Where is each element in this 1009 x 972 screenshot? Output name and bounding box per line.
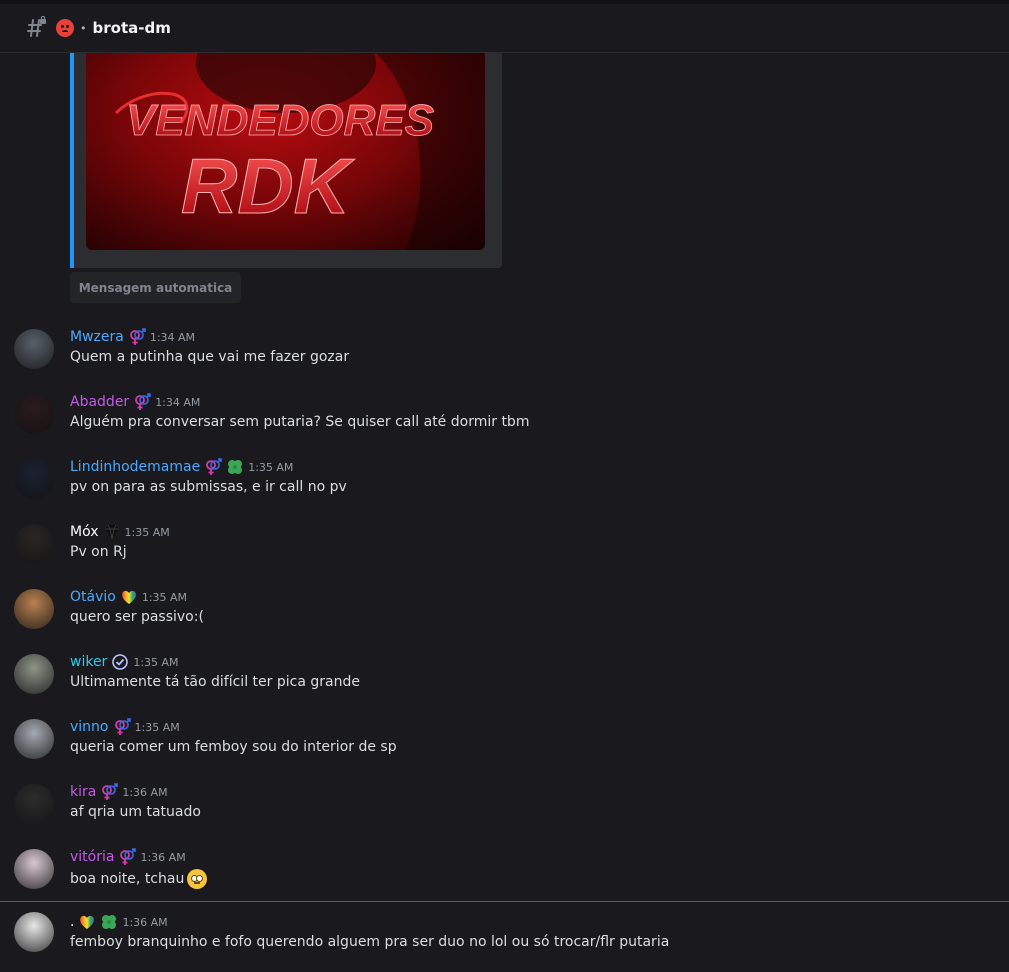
message-content: af qria um tatuado [70, 804, 201, 820]
message-text: Pv on Rj [70, 544, 127, 560]
message-content: Ultimamente tá tão difícil ter pica gran… [70, 674, 360, 690]
new-messages-divider [0, 901, 1009, 902]
username[interactable]: wiker [70, 654, 107, 670]
message-content: Alguém pra conversar sem putaria? Se qui… [70, 414, 529, 430]
rainbow-heart-icon[interactable] [78, 913, 96, 931]
avatar[interactable] [14, 329, 54, 369]
timestamp: 1:35 AM [133, 655, 179, 669]
username[interactable]: vinno [70, 719, 109, 735]
embed-image[interactable]: VENDEDORES RDK [86, 53, 485, 250]
rainbow-heart-icon[interactable] [120, 588, 138, 606]
message-content: Pv on Rj [70, 544, 127, 560]
message-item[interactable]: Móx 1:35 AM Pv on Rj [0, 522, 1009, 582]
message-content: Quem a putinha que vai me fazer gozar [70, 349, 349, 365]
message-embed: VENDEDORES RDK [70, 53, 502, 268]
username[interactable]: kira [70, 784, 96, 800]
username[interactable]: Lindinhodemamae [70, 459, 200, 475]
message-header: wiker 1:35 AM [70, 652, 179, 672]
message-header: Mwzera 1:34 AM [70, 327, 195, 347]
separator-dot: • [80, 21, 87, 35]
timestamp: 1:36 AM [122, 915, 168, 929]
clover-icon[interactable] [226, 458, 244, 476]
gender-symbol-icon[interactable] [204, 458, 223, 476]
clover-icon[interactable] [100, 913, 118, 931]
message-content: femboy branquinho e fofo querendo alguem… [70, 934, 669, 950]
message-text: Ultimamente tá tão difícil ter pica gran… [70, 674, 360, 690]
timestamp: 1:35 AM [134, 720, 180, 734]
message-header: vitória 1:36 AM [70, 847, 186, 867]
automatic-message-button[interactable]: Mensagem automatica [70, 272, 241, 303]
message-text: quero ser passivo:( [70, 609, 204, 625]
avatar[interactable] [14, 784, 54, 824]
message-item[interactable]: . 1:36 AM femboy branquinho e fofo querend… [0, 912, 1009, 972]
username[interactable]: . [70, 914, 74, 930]
avatar[interactable] [14, 459, 54, 499]
username[interactable]: Mwzera [70, 329, 124, 345]
gender-symbol-icon[interactable] [100, 783, 119, 801]
username[interactable]: Otávio [70, 589, 116, 605]
embed-logo-title: VENDEDORES [126, 96, 434, 145]
avatar[interactable] [14, 394, 54, 434]
message-header: Abadder 1:34 AM [70, 392, 200, 412]
gender-symbol-icon[interactable] [113, 718, 131, 736]
message-item[interactable]: Otávio 1:35 AM quero ser passivo:( [0, 587, 1009, 647]
timestamp: 1:35 AM [124, 525, 170, 539]
message-content: boa noite, tchau [70, 869, 208, 889]
message-item[interactable]: Lindinhodemamae 1:35 AM pv on para as subm… [0, 457, 1009, 517]
gender-symbol-icon[interactable] [133, 393, 151, 411]
message-text: pv on para as submissas, e ir call no pv [70, 479, 347, 495]
message-item[interactable]: vitória 1:36 AM boa noite, tchau [0, 847, 1009, 907]
message-header: Móx 1:35 AM [70, 522, 170, 542]
timestamp: 1:35 AM [141, 590, 188, 604]
verified-icon[interactable] [111, 653, 129, 671]
message-text: femboy branquinho e fofo querendo alguem… [70, 934, 670, 950]
gem-icon[interactable] [103, 523, 121, 541]
avatar[interactable] [14, 719, 54, 759]
avatar[interactable] [14, 849, 54, 889]
avatar[interactable] [14, 524, 54, 564]
message-content: pv on para as submissas, e ir call no pv [70, 479, 347, 495]
message-item[interactable]: kira 1:36 AM af qria um tatuado [0, 782, 1009, 842]
message-item[interactable]: wiker 1:35 AM Ultimamente tá tão difícil t… [0, 652, 1009, 712]
message-text: Alguém pra conversar sem putaria? Se qui… [70, 414, 530, 430]
message-header: . 1:36 AM [70, 912, 168, 932]
message-header: Lindinhodemamae 1:35 AM [70, 457, 293, 477]
timestamp: 1:35 AM [248, 460, 294, 474]
message-content: queria comer um femboy sou do interior d… [70, 739, 397, 755]
channel-name[interactable]: brota-dm [93, 19, 171, 37]
message-text: Quem a putinha que vai me fazer gozar [70, 349, 350, 365]
eye-roll-emoji [187, 869, 208, 889]
embed-logo-subtitle: RDK [181, 142, 356, 230]
message-header: Otávio 1:35 AM [70, 587, 187, 607]
angry-face-emoji [56, 19, 74, 37]
username[interactable]: Abadder [70, 394, 129, 410]
message-text: queria comer um femboy sou do interior d… [70, 739, 397, 755]
avatar[interactable] [14, 912, 54, 952]
gender-symbol-icon[interactable] [128, 328, 146, 346]
message-item[interactable]: vinno 1:35 AM queria comer um femboy sou d… [0, 717, 1009, 777]
timestamp: 1:34 AM [155, 395, 201, 409]
username[interactable]: Móx [70, 524, 99, 540]
avatar[interactable] [14, 654, 54, 694]
message-header: kira 1:36 AM [70, 782, 168, 802]
timestamp: 1:34 AM [149, 330, 196, 344]
message-text: boa noite, tchau [70, 871, 185, 887]
channel-header: • brota-dm [0, 4, 1009, 53]
message-item[interactable]: Mwzera 1:34 AM Quem a putinha que vai me f… [0, 327, 1009, 387]
message-header: vinno 1:35 AM [70, 717, 180, 737]
avatar[interactable] [14, 589, 54, 629]
timestamp: 1:36 AM [140, 850, 186, 864]
timestamp: 1:36 AM [122, 785, 168, 799]
username[interactable]: vitória [70, 849, 114, 865]
message-text: af qria um tatuado [70, 804, 201, 820]
message-content: quero ser passivo:( [70, 609, 204, 625]
message-item[interactable]: Abadder 1:34 AM Alguém pra conversar sem p… [0, 392, 1009, 452]
hash-lock-icon[interactable] [24, 16, 48, 40]
gender-symbol-icon[interactable] [118, 848, 137, 866]
